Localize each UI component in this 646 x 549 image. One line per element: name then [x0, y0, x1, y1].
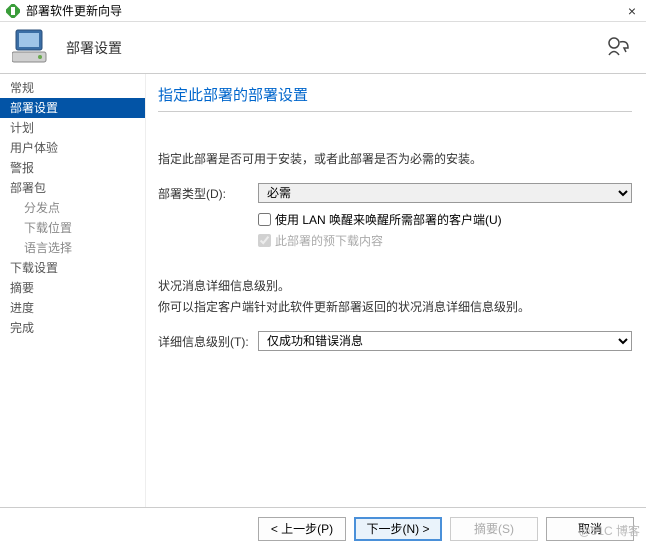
- detail-level-label: 详细信息级别(T):: [158, 333, 258, 350]
- deploy-type-row: 部署类型(D): 必需: [158, 183, 632, 203]
- sidebar-item-9[interactable]: 下载设置: [0, 258, 145, 278]
- close-icon[interactable]: ×: [624, 3, 640, 19]
- intro-text: 指定此部署是否可用于安装，或者此部署是否为必需的安装。: [158, 150, 632, 167]
- predownload-checkbox: [258, 234, 271, 247]
- assist-icon[interactable]: [606, 36, 630, 61]
- content-pane: 指定此部署的部署设置 指定此部署是否可用于安装，或者此部署是否为必需的安装。 部…: [145, 74, 646, 507]
- detail-level-select[interactable]: 仅成功和错误消息: [258, 331, 632, 351]
- sidebar-item-0[interactable]: 常规: [0, 78, 145, 98]
- wol-row: 使用 LAN 唤醒来唤醒所需部署的客户端(U): [258, 211, 632, 228]
- computer-icon: [12, 28, 52, 67]
- banner: 部署设置: [0, 22, 646, 74]
- footer: < 上一步(P) 下一步(N) > 摘要(S) 取消: [0, 507, 646, 549]
- wizard-icon: [6, 4, 20, 18]
- prev-button[interactable]: < 上一步(P): [258, 517, 346, 541]
- sidebar-item-12[interactable]: 完成: [0, 318, 145, 338]
- sidebar-item-2[interactable]: 计划: [0, 118, 145, 138]
- page-heading: 指定此部署的部署设置: [158, 84, 632, 105]
- wol-checkbox[interactable]: [258, 213, 271, 226]
- status-heading: 状况消息详细信息级别。: [158, 277, 632, 294]
- sidebar: 常规部署设置计划用户体验警报部署包分发点下载位置语言选择下载设置摘要进度完成: [0, 74, 145, 507]
- sidebar-item-4[interactable]: 警报: [0, 158, 145, 178]
- titlebar: 部署软件更新向导 ×: [0, 0, 646, 22]
- detail-level-row: 详细信息级别(T): 仅成功和错误消息: [158, 331, 632, 351]
- sidebar-item-1[interactable]: 部署设置: [0, 98, 145, 118]
- predownload-row: 此部署的预下载内容: [258, 232, 632, 249]
- status-desc: 你可以指定客户端针对此软件更新部署返回的状况消息详细信息级别。: [158, 298, 632, 315]
- sidebar-item-8[interactable]: 语言选择: [0, 238, 145, 258]
- deploy-type-label: 部署类型(D):: [158, 185, 258, 202]
- sidebar-item-10[interactable]: 摘要: [0, 278, 145, 298]
- sidebar-item-7[interactable]: 下载位置: [0, 218, 145, 238]
- wol-label: 使用 LAN 唤醒来唤醒所需部署的客户端(U): [275, 211, 502, 228]
- predownload-label: 此部署的预下载内容: [275, 232, 383, 249]
- banner-title: 部署设置: [66, 38, 122, 58]
- sidebar-item-11[interactable]: 进度: [0, 298, 145, 318]
- divider: [158, 111, 632, 112]
- sidebar-item-3[interactable]: 用户体验: [0, 138, 145, 158]
- window-title: 部署软件更新向导: [26, 2, 624, 19]
- sidebar-item-6[interactable]: 分发点: [0, 198, 145, 218]
- next-button[interactable]: 下一步(N) >: [354, 517, 442, 541]
- summary-button: 摘要(S): [450, 517, 538, 541]
- deploy-type-select[interactable]: 必需: [258, 183, 632, 203]
- sidebar-item-5[interactable]: 部署包: [0, 178, 145, 198]
- cancel-button[interactable]: 取消: [546, 517, 634, 541]
